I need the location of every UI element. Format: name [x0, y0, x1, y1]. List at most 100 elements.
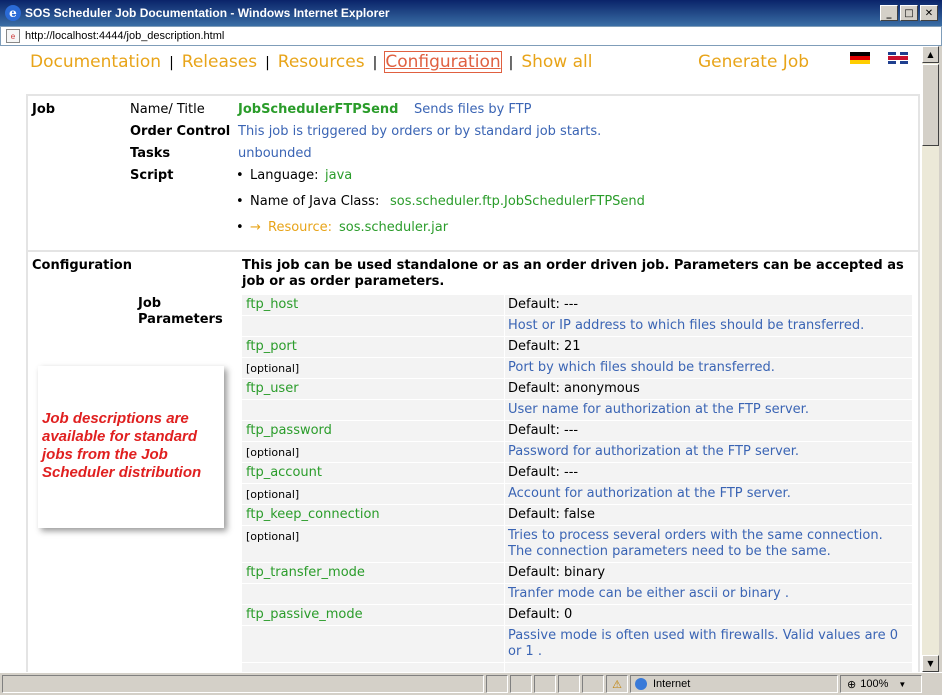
param-description: Passive mode is often used with firewall… — [508, 628, 898, 659]
ie-icon: e — [5, 5, 21, 21]
scroll-up-icon[interactable]: ▲ — [922, 46, 939, 63]
zoom-level[interactable]: 100% — [860, 678, 888, 690]
status-pane — [582, 675, 604, 693]
address-bar[interactable]: e http://localhost:4444/job_description.… — [0, 26, 942, 46]
table-row: User name for authorization at the FTP s… — [242, 399, 912, 420]
column-divider — [504, 295, 505, 315]
column-divider — [504, 505, 505, 525]
param-optional: [optional] — [246, 530, 300, 543]
param-default: Default: anonymous — [508, 381, 640, 396]
bullet-icon: • — [236, 194, 244, 209]
param-default: Default: 21 — [508, 339, 581, 354]
tasks-label: Tasks — [130, 146, 171, 161]
param-default: Default: binary — [508, 565, 606, 580]
column-divider — [504, 563, 505, 583]
callout-note: Job descriptions are available for stand… — [38, 366, 224, 528]
table-row: ftp_user Default: anonymous — [242, 378, 912, 399]
param-name: ftp_password — [246, 423, 332, 438]
language-value: java — [325, 168, 353, 183]
param-default: Default: --- — [508, 297, 579, 312]
zone-pane: Internet — [630, 675, 838, 693]
vertical-scrollbar[interactable]: ▲ ▼ — [922, 46, 939, 672]
table-row: [optional] Password for authorization at… — [242, 441, 912, 462]
globe-icon — [635, 678, 647, 690]
scroll-down-icon[interactable]: ▼ — [922, 655, 939, 672]
table-row: ftp_host Default: --- — [242, 294, 912, 315]
column-divider — [504, 379, 505, 399]
column-divider — [504, 421, 505, 441]
resource-label: Resource: — [268, 220, 332, 235]
page-viewport: Documentation | Releases | Resources | C… — [0, 46, 922, 672]
nav-separator: | — [372, 55, 378, 71]
table-row: Tranfer mode can be either ascii or bina… — [242, 583, 912, 604]
status-pane — [510, 675, 532, 693]
german-flag-icon[interactable] — [850, 52, 870, 64]
table-row: [optional] Account for authorization at … — [242, 483, 912, 504]
tasks-value: unbounded — [238, 146, 312, 161]
table-row: ftp_keep_connection Default: false — [242, 504, 912, 525]
table-row: [optional] Port by which files should be… — [242, 357, 912, 378]
job-label: Job — [32, 102, 56, 117]
bullet-icon: • — [236, 220, 244, 235]
zoom-control[interactable]: ⊕ 100% ▼ — [840, 675, 922, 693]
column-divider — [504, 316, 505, 336]
bullet-icon: • — [236, 168, 244, 183]
param-name: ftp_host — [246, 297, 299, 312]
column-divider — [504, 526, 505, 562]
column-divider — [504, 463, 505, 483]
resource-arrow-icon: → — [250, 220, 261, 235]
nav-separator: | — [265, 55, 270, 71]
param-default: Default: --- — [508, 465, 579, 480]
param-description: Port by which files should be transferre… — [508, 360, 775, 375]
nav-releases[interactable]: Releases — [182, 52, 257, 72]
order-control-label: Order Control — [130, 124, 231, 139]
status-text-pane — [2, 675, 484, 693]
configuration-label: Configuration — [32, 258, 132, 273]
resource-value[interactable]: sos.scheduler.jar — [339, 220, 448, 235]
param-description: Password for authorization at the FTP se… — [508, 444, 800, 459]
java-class-value: sos.scheduler.ftp.JobSchedulerFTPSend — [390, 194, 645, 209]
param-description: Account for authorization at the FTP ser… — [508, 486, 791, 501]
param-name: ftp_account — [246, 465, 322, 480]
param-description: User name for authorization at the FTP s… — [508, 402, 809, 417]
status-bar: ⚠ Internet ⊕ 100% ▼ — [0, 672, 942, 695]
window-title: SOS Scheduler Job Documentation - Window… — [25, 6, 390, 20]
job-name: JobSchedulerFTPSend — [238, 102, 399, 117]
maximize-button[interactable]: □ — [900, 5, 918, 21]
nav-documentation[interactable]: Documentation — [30, 52, 161, 72]
column-divider — [504, 663, 505, 672]
nav-separator: | — [508, 55, 514, 71]
column-divider — [504, 484, 505, 504]
minimize-button[interactable]: _ — [880, 5, 898, 21]
column-divider — [504, 358, 505, 378]
job-title: Sends files by FTP — [414, 102, 532, 117]
job-parameters-label: Job Parameters — [138, 296, 223, 327]
param-default: Default: --- — [508, 423, 579, 438]
nav-resources[interactable]: Resources — [278, 52, 365, 72]
scrollbar-thumb[interactable] — [922, 64, 939, 146]
title-bar: e SOS Scheduler Job Documentation - Wind… — [0, 0, 942, 26]
table-row: ftp_port Default: 21 — [242, 336, 912, 357]
status-pane — [558, 675, 580, 693]
column-divider — [504, 584, 505, 604]
param-description: Host or IP address to which files should… — [508, 318, 865, 333]
chevron-down-icon[interactable]: ▼ — [898, 680, 906, 689]
nav-show-all[interactable]: Show all — [521, 52, 592, 72]
callout-text: Job descriptions are available for stand… — [42, 410, 202, 481]
column-divider — [504, 442, 505, 462]
table-row: ftp_transfer_mode Default: binary — [242, 562, 912, 583]
zone-text: Internet — [653, 678, 691, 690]
column-divider — [504, 605, 505, 625]
nav-separator: | — [169, 55, 174, 71]
param-name: ftp_keep_connection — [246, 507, 380, 522]
uk-flag-icon[interactable] — [888, 52, 908, 64]
param-name: ftp_transfer_mode — [246, 565, 365, 580]
lock-icon: ⚠ — [606, 675, 628, 693]
column-divider — [504, 337, 505, 357]
generate-job-link[interactable]: Generate Job — [698, 52, 809, 72]
configuration-intro: This job can be used standalone or as an… — [242, 258, 904, 289]
nav-configuration[interactable]: Configuration — [384, 51, 502, 73]
zoom-icon: ⊕ — [847, 678, 857, 691]
address-url[interactable]: http://localhost:4444/job_description.ht… — [25, 30, 224, 42]
close-button[interactable]: ✕ — [920, 5, 938, 21]
